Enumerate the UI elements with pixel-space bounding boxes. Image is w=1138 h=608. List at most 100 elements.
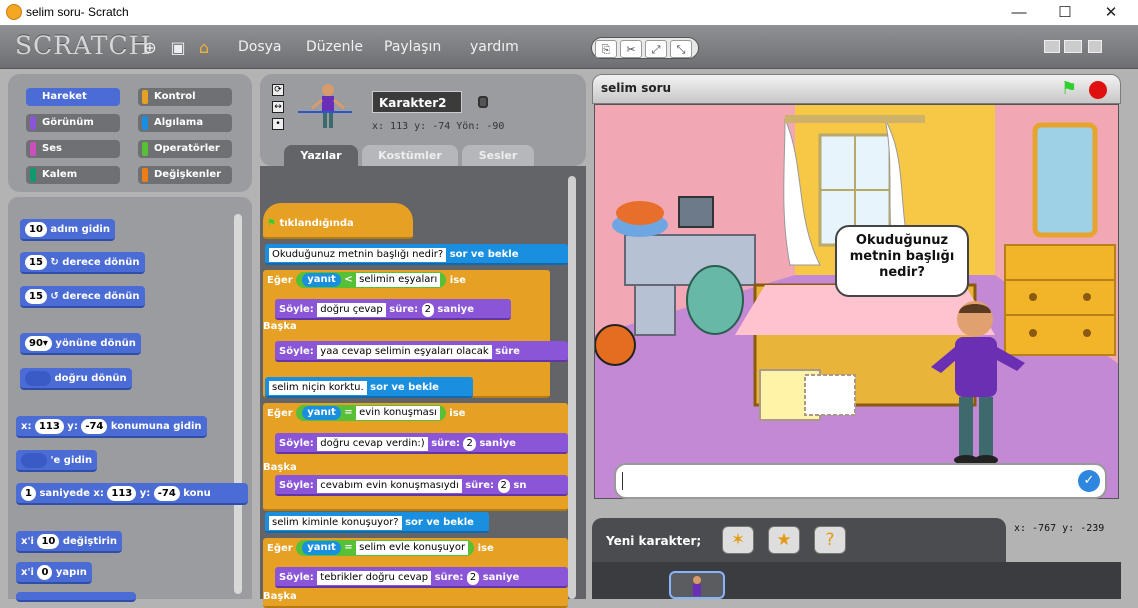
category-hareket[interactable]: Hareket bbox=[26, 88, 120, 106]
project-title: selim soru bbox=[601, 81, 672, 95]
goto-block[interactable]: 'e gidin bbox=[16, 450, 98, 472]
set-x-block[interactable]: x'i 0 yapın bbox=[16, 562, 92, 584]
globe-icon[interactable]: ⊕ bbox=[140, 38, 160, 58]
rotate-ccw-icon: ↺ bbox=[50, 291, 59, 302]
ask-block-3[interactable]: selim kiminle konuşuyor? sor ve bekle bbox=[265, 512, 489, 533]
menu-help[interactable]: yardım bbox=[470, 39, 519, 55]
category-kalem[interactable]: Kalem bbox=[26, 166, 120, 184]
surprise-star-icon: ? bbox=[825, 530, 835, 550]
choose-sprite-button[interactable]: ★ bbox=[768, 526, 800, 554]
category-swatch bbox=[142, 116, 148, 130]
category-label: Ses bbox=[42, 143, 62, 154]
sprite-name-field[interactable]: Karakter2 bbox=[372, 91, 462, 113]
category-swatch bbox=[142, 168, 148, 182]
category-operatörler[interactable]: Operatörler bbox=[138, 140, 232, 158]
sprite-coordinates: x: 113 y: -74 Yön: -90 bbox=[372, 121, 505, 132]
ask-block-2[interactable]: selim niçin korktu. sor ve bekle bbox=[265, 377, 473, 398]
turn-left-block[interactable]: 15 ↺ derece dönün bbox=[20, 286, 145, 308]
dropdown[interactable] bbox=[25, 370, 51, 386]
green-flag-icon[interactable]: ⚑ bbox=[1061, 78, 1077, 99]
glide-block[interactable]: 1 saniyede x: 113 y: -74 konu bbox=[16, 483, 248, 505]
category-swatch bbox=[30, 142, 36, 156]
no-rotate-icon[interactable]: • bbox=[272, 118, 284, 130]
tab-sounds[interactable]: Sesler bbox=[462, 145, 534, 167]
presentation-icon[interactable] bbox=[1088, 40, 1102, 53]
character-sprite bbox=[931, 301, 1025, 465]
maximize-button[interactable]: ☐ bbox=[1042, 0, 1088, 25]
rotation-style-buttons: ⟳ ↔ • bbox=[272, 84, 286, 136]
speech-bubble: Okuduğunuz metnin başlığı nedir? bbox=[835, 225, 969, 297]
category-değişkenler[interactable]: Değişkenler bbox=[138, 166, 232, 184]
paint-sprite-button[interactable]: ✶ bbox=[722, 526, 754, 554]
category-label: Hareket bbox=[42, 91, 87, 102]
duplicate-icon[interactable]: ⎘ bbox=[595, 40, 617, 58]
normal-stage-icon[interactable] bbox=[1064, 40, 1082, 53]
menu-file[interactable]: Dosya bbox=[238, 39, 282, 55]
green-flag-icon: ⚑ bbox=[267, 218, 276, 229]
window-title: selim soru- Scratch bbox=[26, 5, 129, 19]
scratch-logo: SCRATCH bbox=[15, 31, 152, 60]
random-sprite-button[interactable]: ? bbox=[814, 526, 846, 554]
bedroom-backdrop bbox=[595, 105, 1118, 498]
scratch-cat-icon bbox=[6, 4, 22, 20]
category-label: Değişkenler bbox=[154, 169, 222, 180]
answer-input[interactable]: ✓ bbox=[614, 463, 1107, 499]
stage-header: selim soru ⚑ bbox=[592, 74, 1121, 104]
say-block-4[interactable]: Söyle: cevabım evin konuşmasıydı süre: 2… bbox=[275, 475, 568, 496]
change-x-block[interactable]: x'i 10 değiştirin bbox=[16, 531, 123, 553]
point-towards-block[interactable]: doğru dönün bbox=[20, 368, 132, 390]
stop-icon[interactable] bbox=[1089, 81, 1107, 99]
tab-costumes[interactable]: Kostümler bbox=[362, 145, 458, 167]
category-ses[interactable]: Ses bbox=[26, 140, 120, 158]
minimize-button[interactable]: — bbox=[996, 0, 1042, 25]
say-block-5[interactable]: Söyle: tebrikler doğru cevap süre: 2 san… bbox=[275, 567, 568, 588]
sprite-thumbnail bbox=[298, 84, 352, 128]
menu-share[interactable]: Paylaşın bbox=[384, 39, 441, 55]
category-swatch bbox=[30, 168, 36, 182]
new-sprite-label: Yeni karakter; bbox=[606, 534, 702, 548]
category-label: Kalem bbox=[42, 169, 78, 180]
say-block-1[interactable]: Söyle: doğru çevap süre: 2 saniye bbox=[275, 299, 511, 320]
category-swatch bbox=[30, 116, 36, 130]
sprite-thumb-icon bbox=[693, 576, 701, 596]
grow-icon[interactable]: ⤢ bbox=[645, 40, 667, 58]
rotate-cw-icon: ↻ bbox=[50, 257, 59, 268]
small-stage-icon[interactable] bbox=[1044, 40, 1060, 53]
close-button[interactable]: ✕ bbox=[1088, 0, 1134, 25]
dropdown[interactable] bbox=[21, 452, 47, 468]
next-block[interactable] bbox=[16, 592, 136, 602]
goto-xy-block[interactable]: x: 113 y: -74 konumuna gidin bbox=[16, 416, 207, 438]
category-görünüm[interactable]: Görünüm bbox=[26, 114, 120, 132]
ask-block-1[interactable]: Okuduğunuz metnin başlığı nedir? sor ve … bbox=[265, 244, 568, 265]
text-cursor bbox=[622, 472, 623, 490]
share-icon[interactable]: ⌂ bbox=[194, 38, 214, 58]
toolbar: ⎘ ✂ ⤢ ⤡ bbox=[591, 37, 699, 59]
flip-icon[interactable]: ↔ bbox=[272, 101, 284, 113]
lock-icon[interactable] bbox=[478, 96, 488, 108]
script-scrollbar[interactable] bbox=[568, 176, 576, 599]
save-icon[interactable]: ▣ bbox=[168, 38, 188, 58]
move-block[interactable]: 10 adım gidin bbox=[20, 219, 115, 241]
shrink-icon[interactable]: ⤡ bbox=[670, 40, 692, 58]
category-label: Algılama bbox=[154, 117, 204, 128]
paintbrush-star-icon: ✶ bbox=[730, 530, 746, 550]
category-swatch bbox=[30, 90, 36, 104]
green-flag-hat-block[interactable]: ⚑ tıklandığında bbox=[263, 203, 413, 239]
menu-edit[interactable]: Düzenle bbox=[306, 39, 363, 55]
mouse-coordinates: x: -767 y: -239 bbox=[1014, 523, 1105, 534]
check-icon[interactable]: ✓ bbox=[1078, 470, 1100, 492]
turn-right-block[interactable]: 15 ↻ derece dönün bbox=[20, 252, 145, 274]
category-kontrol[interactable]: Kontrol bbox=[138, 88, 232, 106]
cut-icon[interactable]: ✂ bbox=[620, 40, 642, 58]
tab-scripts[interactable]: Yazılar bbox=[284, 145, 358, 167]
point-direction-block[interactable]: 90▾ yönüne dönün bbox=[20, 333, 141, 355]
palette-scrollbar[interactable] bbox=[234, 214, 242, 594]
category-label: Kontrol bbox=[154, 91, 196, 102]
sprite-thumb-karakter2[interactable] bbox=[669, 571, 725, 599]
say-block-3[interactable]: Söyle: doğru cevap verdin:) süre: 2 sani… bbox=[275, 433, 568, 454]
say-block-2[interactable]: Söyle: yaa cevap selimin eşyaları olacak… bbox=[275, 341, 568, 362]
stage[interactable] bbox=[594, 104, 1119, 499]
category-label: Görünüm bbox=[42, 117, 94, 128]
rotate-icon[interactable]: ⟳ bbox=[272, 84, 284, 96]
category-algılama[interactable]: Algılama bbox=[138, 114, 232, 132]
